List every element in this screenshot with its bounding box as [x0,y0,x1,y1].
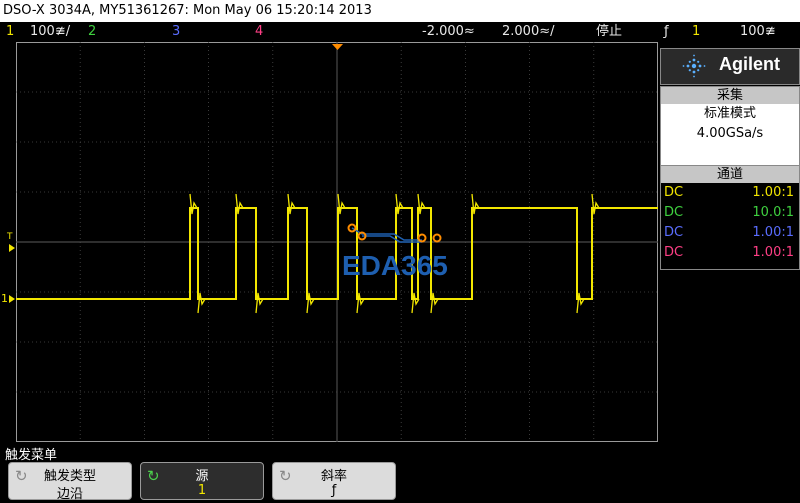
ch1-ground-arrow-icon[interactable] [9,295,15,303]
channel-row-4[interactable]: DC 1.00:1 [661,243,799,263]
menu-title: 触发菜单 [5,448,58,463]
channel-row-3[interactable]: DC 1.00:1 [661,223,799,243]
ch3-number[interactable]: 3 [172,22,180,41]
softkey-slope[interactable]: ↻ 斜率 ƒ [272,462,396,500]
run-state: 停止 [596,24,623,39]
channel-row-1[interactable]: DC 1.00:1 [661,183,799,203]
title-text: DSO-X 3034A, MY51361267: Mon May 06 15:2… [3,3,372,18]
sample-rate: 4.00GSa/s [696,126,764,141]
softkey-value: 1 [197,483,207,498]
ch4-coupling: DC [664,245,684,260]
softkey-trigger-type[interactable]: ↻ 触发类型 边沿 [8,462,132,502]
ch1-coupling: DC [664,185,684,200]
softkey-label: 源 [195,469,209,484]
spark-icon [682,54,706,78]
status-bar: 1 100≇/ 2 3 4 -2.000≈ 2.000≈/ 停止 ƒ 1 100… [0,22,800,41]
waveform-display[interactable] [16,42,658,442]
softkey-value: 边沿 [56,487,83,502]
ch2-number[interactable]: 2 [88,22,96,41]
softkey-label: 斜率 [320,469,347,484]
ch2-coupling: DC [664,205,684,220]
trigger-level-marker[interactable]: T [7,232,13,242]
ch2-probe: 10.0:1 [752,205,794,220]
trigger-edge-icon: ƒ [664,24,669,39]
channels-panel[interactable]: 通道 DC 1.00:1 DC 10.0:1 DC 1.00:1 DC 1.00… [660,165,800,270]
acquisition-panel[interactable]: 采集 标准模式 4.00GSa/s [660,86,800,166]
time-scale[interactable]: 2.000≈/ [502,22,555,41]
channels-header: 通道 [661,166,799,183]
waveform-svg [16,42,658,442]
watermark-text: EDA365 [342,250,448,281]
ch4-probe: 1.00:1 [752,245,794,260]
side-panel: Agilent 采集 标准模式 4.00GSa/s 通道 DC 1.00:1 D… [660,48,800,270]
channel-row-2[interactable]: DC 10.0:1 [661,203,799,223]
time-delay[interactable]: -2.000≈ [422,22,475,41]
softkey-label: 触发类型 [43,469,96,484]
softkey-value: ƒ [331,483,337,498]
ch1-ground-marker[interactable]: 1 [1,292,8,305]
brand-logo: Agilent [660,48,800,85]
acquisition-mode: 标准模式 [703,106,756,121]
ch3-probe: 1.00:1 [752,225,794,240]
title-bar: DSO-X 3034A, MY51361267: Mon May 06 15:2… [0,0,800,22]
trigger-level-arrow-icon[interactable] [9,244,15,252]
ch1-scale[interactable]: 100≇/ [30,22,70,41]
trigger-source: 1 [692,24,701,39]
acquisition-header: 采集 [661,87,799,104]
ch1-probe: 1.00:1 [752,185,794,200]
trigger-level: 100≇ [740,24,776,39]
ch1-number[interactable]: 1 [6,22,14,41]
softkey-source[interactable]: ↻ 源 1 [140,462,264,500]
brand-name: Agilent [719,54,780,74]
ch3-coupling: DC [664,225,684,240]
ch4-number[interactable]: 4 [255,22,263,41]
